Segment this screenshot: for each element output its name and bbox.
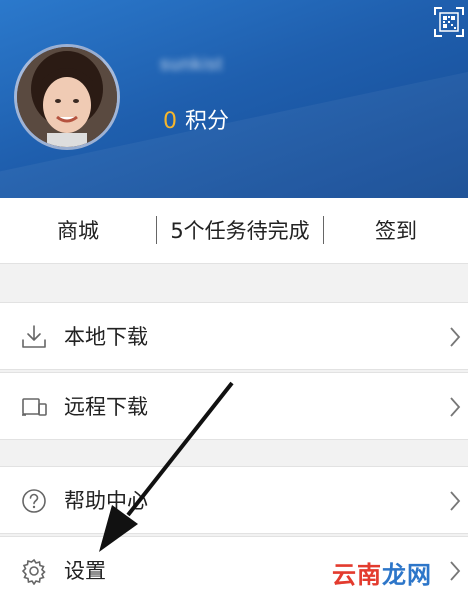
qr-code-icon[interactable] — [433, 6, 465, 38]
menu-item-remote-download[interactable]: 远程下载 — [0, 372, 468, 440]
remote-devices-icon — [22, 398, 47, 416]
help-circle-icon — [22, 489, 46, 513]
watermark: 云南龙网 — [332, 555, 432, 590]
quick-action-bar: 商城 5个任务待完成 签到 — [0, 198, 468, 264]
menu-item-label: 帮助中心 — [64, 489, 148, 513]
menu-item-local-download[interactable]: 本地下载 — [0, 302, 468, 370]
chevron-right-icon — [450, 327, 461, 347]
tasks-button[interactable]: 5个任务待完成 — [157, 198, 323, 264]
chevron-right-icon — [450, 561, 461, 581]
profile-header: sunkist 0 积分 — [0, 0, 468, 198]
mall-button[interactable]: 商城 — [0, 198, 156, 264]
avatar[interactable] — [14, 44, 120, 150]
username: sunkist — [160, 54, 224, 74]
menu-item-label: 本地下载 — [64, 325, 148, 349]
menu-item-help-center[interactable]: 帮助中心 — [0, 466, 468, 534]
points-value: 0 — [163, 109, 177, 134]
points-label: 积分 — [185, 109, 230, 134]
menu-item-label: 远程下载 — [64, 395, 148, 419]
watermark-part1: 云南 — [332, 561, 382, 589]
menu-item-label: 设置 — [64, 559, 106, 583]
gear-icon — [21, 558, 46, 585]
download-icon — [22, 325, 46, 348]
chevron-right-icon — [450, 397, 461, 417]
chevron-right-icon — [450, 491, 461, 511]
watermark-part2: 龙网 — [382, 561, 432, 589]
checkin-button[interactable]: 签到 — [324, 198, 468, 264]
points-display[interactable]: 0 积分 — [163, 103, 229, 135]
